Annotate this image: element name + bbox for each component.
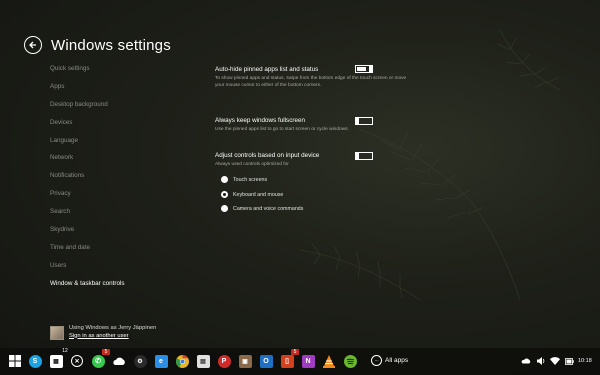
page-title: Windows settings (51, 36, 171, 54)
sidebar-item-users[interactable]: Users (50, 261, 170, 279)
outlook-icon[interactable]: O (259, 354, 273, 368)
fullscreen-title: Always keep windows fullscreen (215, 117, 305, 124)
fullscreen-toggle[interactable] (355, 117, 373, 125)
office-badge: 5 (291, 349, 299, 355)
radio-label: Keyboard and mouse (233, 191, 284, 198)
internet-explorer-icon[interactable]: e (154, 354, 168, 368)
radio-label: Camera and voice commands (233, 205, 304, 212)
radio-button[interactable] (221, 176, 228, 183)
all-apps-label: All apps (385, 357, 409, 364)
current-user-text: Using Windows as Jerry Jäppinen (69, 325, 157, 331)
windows-start-icon[interactable] (8, 354, 22, 368)
radio-camera-and-voice[interactable]: Camera and voice commands (221, 205, 303, 212)
battery-icon[interactable] (564, 356, 574, 366)
spotify-icon[interactable] (343, 354, 357, 368)
adjust-controls-description: Always used controls optimized for (215, 162, 289, 167)
sidebar-item-skydrive[interactable]: Skydrive (50, 225, 170, 243)
sidebar-item-window-taskbar-controls[interactable]: Window & taskbar controls (50, 279, 170, 297)
sidebar-item-time-and-date[interactable]: Time and date (50, 243, 170, 261)
wifi-icon[interactable] (550, 356, 560, 366)
autohide-toggle[interactable] (355, 65, 373, 73)
sidebar-item-quick-settings[interactable]: Quick settings (50, 64, 170, 82)
onenote-icon[interactable]: N (301, 354, 315, 368)
autohide-title: Auto-hide pinned apps list and status (215, 66, 319, 73)
sidebar-item-notifications[interactable]: Notifications (50, 171, 170, 189)
radio-keyboard-and-mouse[interactable]: Keyboard and mouse (221, 191, 283, 198)
skype-icon[interactable]: S (28, 354, 42, 368)
sidebar-item-network[interactable]: Network (50, 153, 170, 171)
clock: 10:18 (578, 358, 592, 364)
adjust-controls-title: Adjust controls based on input device (215, 152, 320, 159)
chrome-icon[interactable] (175, 354, 189, 368)
radio-touch-screens[interactable]: Touch screens (221, 176, 267, 183)
sign-in-another-user-link[interactable]: Sign in as another user (69, 333, 156, 341)
back-arrow-icon (29, 41, 36, 49)
news-icon[interactable]: ▤ (196, 354, 210, 368)
back-button[interactable] (24, 36, 42, 54)
sidebar-item-privacy[interactable]: Privacy (50, 189, 170, 207)
all-apps-button[interactable]: ··· All apps (371, 355, 408, 366)
whatsapp-icon[interactable]: ✆ 5 (91, 349, 110, 368)
whatsapp-badge: 5 (102, 349, 110, 355)
vlc-icon[interactable] (322, 354, 336, 368)
calendar-badge: 12 (62, 348, 68, 354)
adjust-controls-toggle[interactable] (355, 152, 373, 160)
calendar-icon[interactable]: ▦ 12 (49, 348, 68, 368)
radio-label: Touch screens (233, 176, 268, 183)
radio-button[interactable] (221, 205, 228, 212)
cloud-icon[interactable] (521, 356, 531, 366)
onedrive-icon[interactable] (112, 354, 126, 368)
autohide-description: To show pinned apps and status, swipe fr… (215, 76, 407, 88)
xbox-icon[interactable]: ✕ (70, 354, 84, 368)
radio-button-selected[interactable] (221, 191, 228, 198)
sidebar-item-search[interactable]: Search (50, 207, 170, 225)
settings-sidebar: Quick settings Apps Desktop background D… (50, 64, 170, 297)
avatar (50, 326, 64, 340)
sidebar-item-apps[interactable]: Apps (50, 82, 170, 100)
office-icon[interactable]: ▯ 5 (280, 349, 299, 368)
taskbar: S ▦ 12 ✕ ✆ 5 ⚙ e ▤ P ▣ O ▯ 5 N ··· All a… (0, 348, 600, 375)
sidebar-item-devices[interactable]: Devices (50, 118, 170, 136)
sidebar-item-language[interactable]: Language (50, 136, 170, 154)
photos-icon[interactable]: ▣ (238, 354, 252, 368)
volume-icon[interactable] (536, 356, 546, 366)
steam-icon[interactable]: ⚙ (133, 354, 147, 368)
more-dots-icon: ··· (371, 355, 382, 366)
fullscreen-description: Use the pinned apps list to go to start … (215, 127, 349, 132)
user-info: Using Windows as Jerry Jäppinen Sign in … (50, 325, 156, 340)
pinterest-icon[interactable]: P (217, 354, 231, 368)
sidebar-item-desktop-background[interactable]: Desktop background (50, 100, 170, 118)
header: Windows settings (24, 36, 171, 54)
